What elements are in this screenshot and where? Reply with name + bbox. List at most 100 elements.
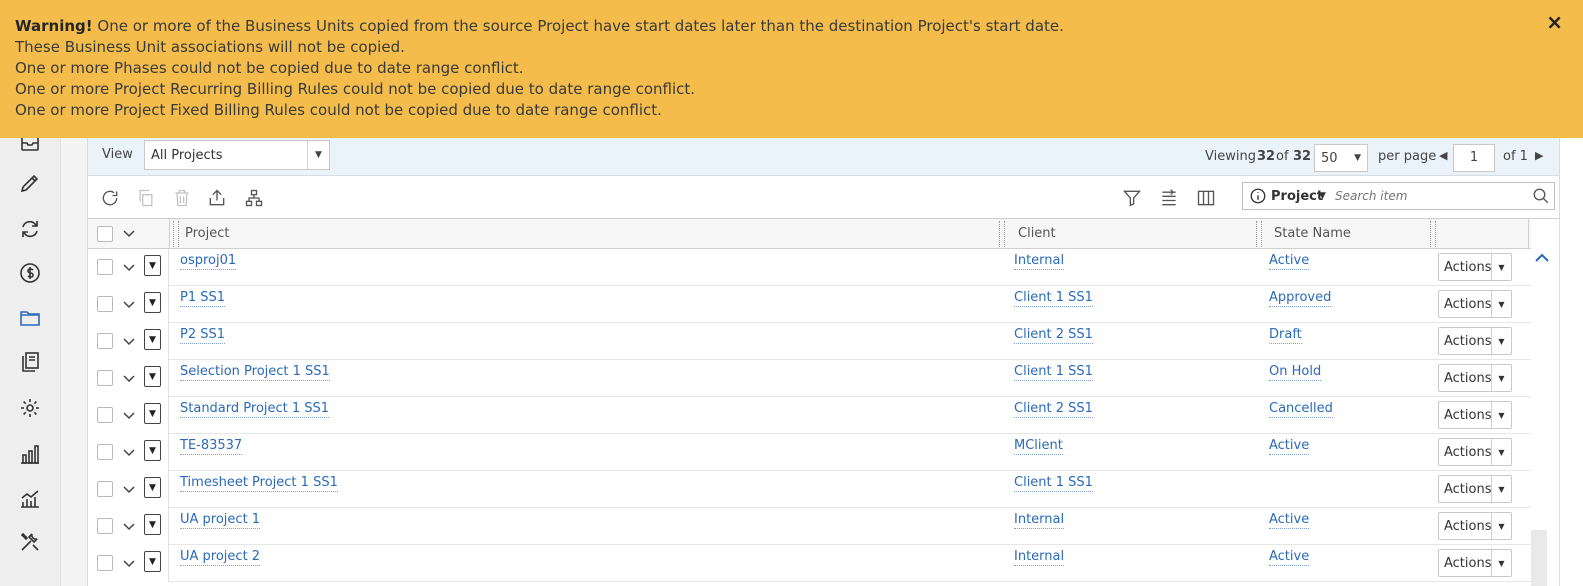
expand-row-chevron-icon[interactable] <box>121 334 137 350</box>
expand-row-chevron-icon[interactable] <box>121 260 137 276</box>
gear-icon[interactable] <box>16 394 44 422</box>
state-link[interactable]: Cancelled <box>1269 401 1333 418</box>
project-link[interactable]: Timesheet Project 1 SS1 <box>180 475 338 492</box>
row-checkbox[interactable] <box>97 259 113 275</box>
client-link[interactable]: Internal <box>1014 512 1065 529</box>
row-checkbox[interactable] <box>97 296 113 312</box>
select-all-checkbox[interactable] <box>97 226 113 242</box>
project-link[interactable]: P1 SS1 <box>180 290 226 307</box>
row-menu-button[interactable]: ▼ <box>144 551 161 572</box>
state-link[interactable]: Active <box>1269 549 1310 566</box>
actions-button[interactable]: Actions ▼ <box>1438 438 1512 466</box>
pencil-icon[interactable] <box>16 169 44 197</box>
columns-icon[interactable] <box>1193 185 1219 211</box>
row-checkbox[interactable] <box>97 333 113 349</box>
view-select[interactable]: All Projects ▼ <box>144 140 330 170</box>
chevron-down-icon[interactable]: ▼ <box>1491 550 1511 576</box>
expand-row-chevron-icon[interactable] <box>121 445 137 461</box>
copy-icon[interactable] <box>133 185 159 211</box>
refresh-icon[interactable] <box>97 185 123 211</box>
documents-icon[interactable] <box>16 348 44 376</box>
chevron-down-icon[interactable]: ▼ <box>1491 402 1511 428</box>
expand-row-chevron-icon[interactable] <box>121 482 137 498</box>
actions-button[interactable]: Actions ▼ <box>1438 512 1512 540</box>
row-menu-button[interactable]: ▼ <box>144 514 161 535</box>
scroll-up-icon[interactable] <box>1532 249 1552 269</box>
scrollbar-thumb[interactable] <box>1531 530 1547 586</box>
state-link[interactable]: Active <box>1269 253 1310 270</box>
analytics-icon[interactable] <box>16 484 44 512</box>
row-menu-button[interactable]: ▼ <box>144 403 161 424</box>
actions-button[interactable]: Actions ▼ <box>1438 401 1512 429</box>
column-grip[interactable] <box>1256 221 1262 247</box>
client-link[interactable]: Internal <box>1014 549 1065 566</box>
row-checkbox[interactable] <box>97 518 113 534</box>
column-header-project[interactable]: Project <box>185 226 229 241</box>
page-size-select[interactable]: 50 ▼ <box>1314 144 1368 172</box>
actions-button[interactable]: Actions ▼ <box>1438 290 1512 318</box>
row-checkbox[interactable] <box>97 444 113 460</box>
expand-all-chevron-icon[interactable] <box>121 226 137 242</box>
client-link[interactable]: Client 1 SS1 <box>1014 364 1093 381</box>
column-header-client[interactable]: Client <box>1018 226 1056 241</box>
search-scope-select[interactable]: Project <box>1271 189 1323 204</box>
project-link[interactable]: TE-83537 <box>180 438 243 455</box>
row-checkbox[interactable] <box>97 481 113 497</box>
state-link[interactable]: On Hold <box>1269 364 1322 381</box>
client-link[interactable]: Client 2 SS1 <box>1014 401 1093 418</box>
prev-page-icon[interactable]: ◀ <box>1439 149 1447 162</box>
chevron-down-icon[interactable]: ▼ <box>1491 513 1511 539</box>
project-link[interactable]: P2 SS1 <box>180 327 226 344</box>
expand-row-chevron-icon[interactable] <box>121 408 137 424</box>
chevron-down-icon[interactable]: ▼ <box>1491 291 1511 317</box>
delete-icon[interactable] <box>169 185 195 211</box>
row-menu-button[interactable]: ▼ <box>144 477 161 498</box>
chevron-down-icon[interactable]: ▼ <box>1491 476 1511 502</box>
client-link[interactable]: Internal <box>1014 253 1065 270</box>
tools-icon[interactable] <box>16 528 44 556</box>
row-menu-button[interactable]: ▼ <box>144 366 161 387</box>
project-link[interactable]: UA project 2 <box>180 549 261 566</box>
expand-row-chevron-icon[interactable] <box>121 297 137 313</box>
export-icon[interactable] <box>204 185 230 211</box>
chevron-down-icon[interactable]: ▼ <box>1491 439 1511 465</box>
actions-button[interactable]: Actions ▼ <box>1438 364 1512 392</box>
project-link[interactable]: UA project 1 <box>180 512 261 529</box>
expand-row-chevron-icon[interactable] <box>121 371 137 387</box>
project-link[interactable]: osproj01 <box>180 253 237 270</box>
column-header-state-name[interactable]: State Name <box>1274 226 1351 241</box>
row-menu-button[interactable]: ▼ <box>144 255 161 276</box>
chevron-down-icon[interactable]: ▼ <box>1491 365 1511 391</box>
column-grip[interactable] <box>999 221 1005 247</box>
state-link[interactable]: Draft <box>1269 327 1302 344</box>
actions-button[interactable]: Actions ▼ <box>1438 253 1512 281</box>
state-link[interactable]: Active <box>1269 512 1310 529</box>
filter-icon[interactable] <box>1119 185 1145 211</box>
search-icon[interactable] <box>1532 187 1550 205</box>
column-grip[interactable] <box>173 221 179 247</box>
bar-chart-icon[interactable] <box>16 440 44 468</box>
next-page-icon[interactable]: ▶ <box>1535 149 1543 162</box>
column-grip[interactable] <box>1430 221 1436 247</box>
expand-row-chevron-icon[interactable] <box>121 519 137 535</box>
folder-icon[interactable] <box>16 304 44 332</box>
page-number-input[interactable]: 1 <box>1453 144 1495 172</box>
actions-button[interactable]: Actions ▼ <box>1438 549 1512 577</box>
client-link[interactable]: Client 1 SS1 <box>1014 290 1093 307</box>
chevron-down-icon[interactable]: ▼ <box>1491 254 1511 280</box>
expand-row-chevron-icon[interactable] <box>121 556 137 572</box>
actions-button[interactable]: Actions ▼ <box>1438 327 1512 355</box>
row-checkbox[interactable] <box>97 407 113 423</box>
client-link[interactable]: Client 1 SS1 <box>1014 475 1093 492</box>
state-link[interactable]: Approved <box>1269 290 1332 307</box>
row-menu-button[interactable]: ▼ <box>144 329 161 350</box>
state-link[interactable]: Active <box>1269 438 1310 455</box>
refresh-cycle-icon[interactable] <box>16 215 44 243</box>
actions-button[interactable]: Actions ▼ <box>1438 475 1512 503</box>
chevron-down-icon[interactable]: ▼ <box>1491 328 1511 354</box>
project-link[interactable]: Standard Project 1 SS1 <box>180 401 330 418</box>
row-menu-button[interactable]: ▼ <box>144 440 161 461</box>
client-link[interactable]: MClient <box>1014 438 1063 455</box>
row-menu-button[interactable]: ▼ <box>144 292 161 313</box>
search-input[interactable] <box>1333 186 1529 206</box>
